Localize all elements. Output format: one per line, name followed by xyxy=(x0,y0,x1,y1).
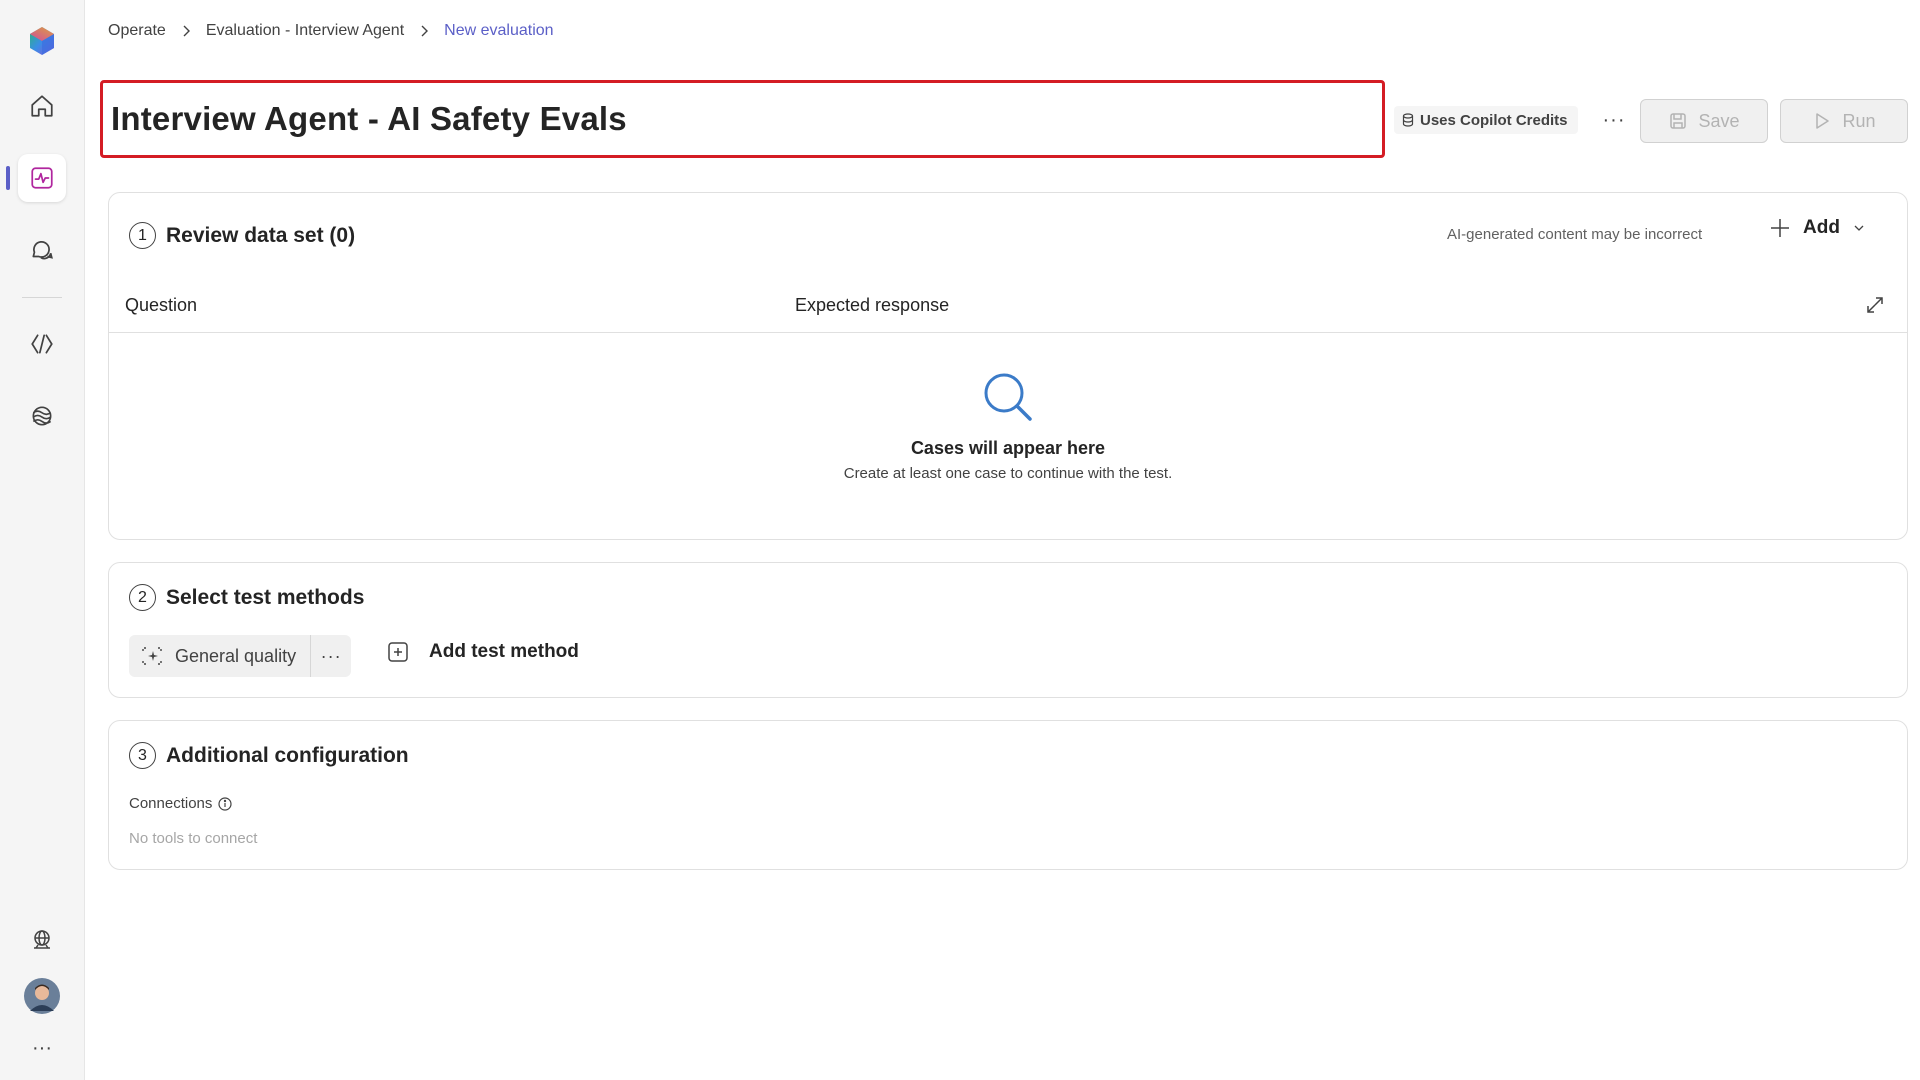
code-icon[interactable] xyxy=(18,320,66,368)
evaluate-icon[interactable] xyxy=(18,154,66,202)
review-data-set-card: 1 Review data set (0) AI-generated conte… xyxy=(108,192,1908,540)
add-case-button[interactable]: Add xyxy=(1769,217,1866,239)
add-test-method-button[interactable]: Add test method xyxy=(387,641,579,663)
copilot-credits-badge[interactable]: Uses Copilot Credits xyxy=(1394,106,1578,134)
column-header-expected-response[interactable]: Expected response xyxy=(795,295,949,316)
section-title: Review data set (0) xyxy=(166,223,356,247)
breadcrumb: Operate Evaluation - Interview Agent New… xyxy=(108,22,554,40)
run-label: Run xyxy=(1842,110,1876,131)
step-number: 3 xyxy=(129,742,156,769)
step-number: 2 xyxy=(129,584,156,611)
breadcrumb-item-operate[interactable]: Operate xyxy=(108,22,166,40)
active-indicator xyxy=(6,166,10,190)
section-heading: 2 Select test methods xyxy=(129,584,364,611)
breadcrumb-current: New evaluation xyxy=(444,22,554,39)
empty-state-subtitle: Create at least one case to continue wit… xyxy=(843,465,1173,482)
connections-empty-text: No tools to connect xyxy=(129,830,258,847)
save-icon xyxy=(1670,113,1687,129)
copilot-studio-logo-icon[interactable] xyxy=(18,17,66,65)
plus-icon xyxy=(1771,219,1789,237)
connections-label-row: Connections xyxy=(129,795,232,812)
test-method-chip: General quality ··· xyxy=(129,635,352,677)
ai-disclaimer: AI-generated content may be incorrect xyxy=(1447,226,1703,243)
credits-label: Uses Copilot Credits xyxy=(1420,111,1568,129)
section-heading: 3 Additional configuration xyxy=(129,742,409,769)
home-icon[interactable] xyxy=(18,82,66,130)
column-header-question[interactable]: Question xyxy=(125,295,197,316)
section-title: Select test methods xyxy=(166,585,365,609)
table-divider xyxy=(109,332,1907,333)
add-label: Add xyxy=(1803,217,1840,238)
connections-label: Connections xyxy=(129,795,213,812)
select-test-methods-card: 2 Select test methods General quality ··… xyxy=(108,562,1908,698)
chat-icon[interactable] xyxy=(18,226,66,274)
chevron-right-icon xyxy=(178,23,194,39)
additional-configuration-card: 3 Additional configuration Connections N… xyxy=(108,720,1908,870)
chevron-right-icon xyxy=(416,23,432,39)
search-icon xyxy=(984,373,1032,421)
environment-globe-icon[interactable] xyxy=(18,916,66,964)
more-actions-button[interactable]: ··· xyxy=(1598,106,1630,134)
play-icon xyxy=(1816,113,1830,129)
save-label: Save xyxy=(1698,110,1740,131)
evaluation-title-field[interactable]: Interview Agent - AI Safety Evals xyxy=(100,80,1385,158)
info-icon[interactable] xyxy=(218,796,232,811)
save-button[interactable]: Save xyxy=(1640,99,1768,143)
empty-state: Cases will appear here Create at least o… xyxy=(109,371,1907,482)
left-rail: ··· xyxy=(0,0,85,1080)
avatar[interactable] xyxy=(18,972,66,1020)
step-number: 1 xyxy=(129,222,156,249)
section-title: Additional configuration xyxy=(166,743,409,767)
empty-state-title: Cases will appear here xyxy=(910,438,1106,458)
chevron-down-icon xyxy=(1854,225,1864,231)
expand-icon[interactable] xyxy=(1865,295,1885,315)
coins-icon xyxy=(1402,113,1414,127)
add-test-method-label: Add test method xyxy=(429,641,579,662)
section-heading: 1 Review data set (0) xyxy=(129,222,355,249)
page-title: Interview Agent - AI Safety Evals xyxy=(111,100,627,137)
method-more-button[interactable]: ··· xyxy=(311,646,351,667)
more-options-button[interactable]: ··· xyxy=(18,1024,66,1072)
add-square-icon xyxy=(388,642,408,662)
rail-divider xyxy=(22,297,62,298)
run-button[interactable]: Run xyxy=(1780,99,1908,143)
sparkle-frame-icon xyxy=(142,647,162,665)
general-quality-method[interactable]: General quality xyxy=(129,635,310,677)
knowledge-icon[interactable] xyxy=(18,392,66,440)
method-label: General quality xyxy=(175,645,297,666)
breadcrumb-item-evaluation[interactable]: Evaluation - Interview Agent xyxy=(206,22,404,40)
